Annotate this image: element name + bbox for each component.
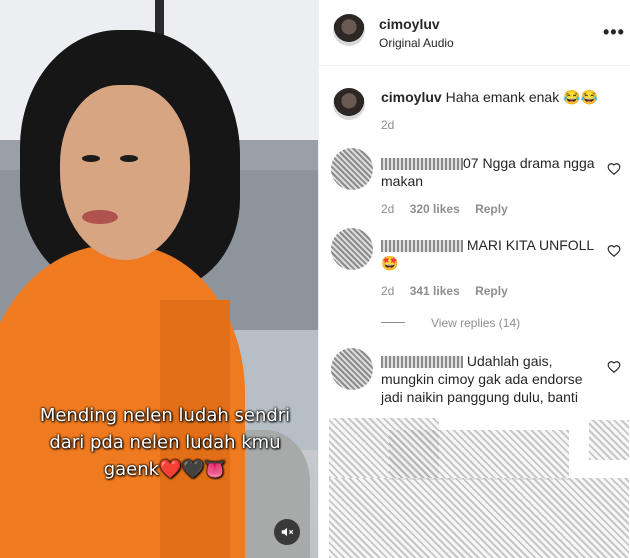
audio-label[interactable]: Original Audio <box>379 36 454 50</box>
comment-meta: 2d 320 likes Reply <box>381 202 520 216</box>
like-count[interactable]: 320 likes <box>410 202 460 216</box>
person-eye <box>120 155 138 162</box>
heart-outline-icon[interactable] <box>607 162 621 176</box>
video-frame[interactable]: Mending nelen ludah sendri dari pda nele… <box>0 0 318 558</box>
blurred-avatar[interactable] <box>331 228 373 270</box>
blurred-username[interactable] <box>381 240 463 253</box>
redacted-area <box>589 420 629 460</box>
comment-item: cimoyluv Haha emank enak 😂😂 2d <box>331 84 630 144</box>
redacted-area <box>329 478 629 558</box>
comment-item: Udahlah gais, mungkin cimoy gak ada endo… <box>331 346 630 416</box>
comment-meta: 2d <box>381 118 406 132</box>
heart-outline-icon[interactable] <box>607 360 621 374</box>
comment-username[interactable]: cimoyluv <box>381 89 442 105</box>
video-caption: Mending nelen ludah sendri dari pda nele… <box>20 402 310 483</box>
muted-speaker-icon <box>281 527 294 537</box>
post-header: cimoyluv Original Audio ••• <box>319 0 630 66</box>
comments-panel: cimoyluv Original Audio ••• cimoyluv Hah… <box>318 0 630 558</box>
heart-outline-icon[interactable] <box>607 244 621 258</box>
redacted-area <box>389 430 569 480</box>
header-username[interactable]: cimoyluv <box>379 16 440 32</box>
caption-line: dari pda nelen ludah kmu <box>49 432 281 453</box>
comment-username-suffix: 07 <box>463 155 479 171</box>
comment-text: cimoyluv Haha emank enak 😂😂 <box>381 88 601 106</box>
blurred-username[interactable] <box>381 356 463 369</box>
blurred-avatar[interactable] <box>331 348 373 390</box>
blurred-avatar[interactable] <box>331 148 373 190</box>
comment-age: 2d <box>381 118 395 132</box>
caption-line: gaenk❤️🖤👅 <box>103 459 227 480</box>
comment-body: Haha emank enak 😂😂 <box>445 89 598 105</box>
person-lips <box>82 210 118 224</box>
comment-text: Udahlah gais, mungkin cimoy gak ada endo… <box>381 352 601 406</box>
comment-item: 07 Ngga drama ngga makan 2d 320 likes Re… <box>331 148 630 220</box>
more-options-icon[interactable]: ••• <box>603 22 625 43</box>
comment-text: MARI KITA UNFOLL 🤩 <box>381 236 601 272</box>
caption-line: Mending nelen ludah sendri <box>39 405 291 426</box>
reply-button[interactable]: Reply <box>475 284 508 298</box>
avatar[interactable] <box>333 14 365 46</box>
avatar[interactable] <box>333 88 365 120</box>
view-replies-button[interactable]: View replies (14) <box>431 316 520 330</box>
comment-item: MARI KITA UNFOLL 🤩 2d 341 likes Reply Vi… <box>331 228 630 338</box>
blurred-username[interactable] <box>381 158 463 171</box>
person-eye <box>82 155 100 162</box>
person-face <box>60 85 190 260</box>
comment-age: 2d <box>381 284 395 298</box>
mute-button[interactable] <box>274 519 300 545</box>
comment-text: 07 Ngga drama ngga makan <box>381 154 601 190</box>
reply-button[interactable]: Reply <box>475 202 508 216</box>
view-replies-line <box>381 322 405 323</box>
comment-age: 2d <box>381 202 395 216</box>
like-count[interactable]: 341 likes <box>410 284 460 298</box>
comment-meta: 2d 341 likes Reply <box>381 284 520 298</box>
